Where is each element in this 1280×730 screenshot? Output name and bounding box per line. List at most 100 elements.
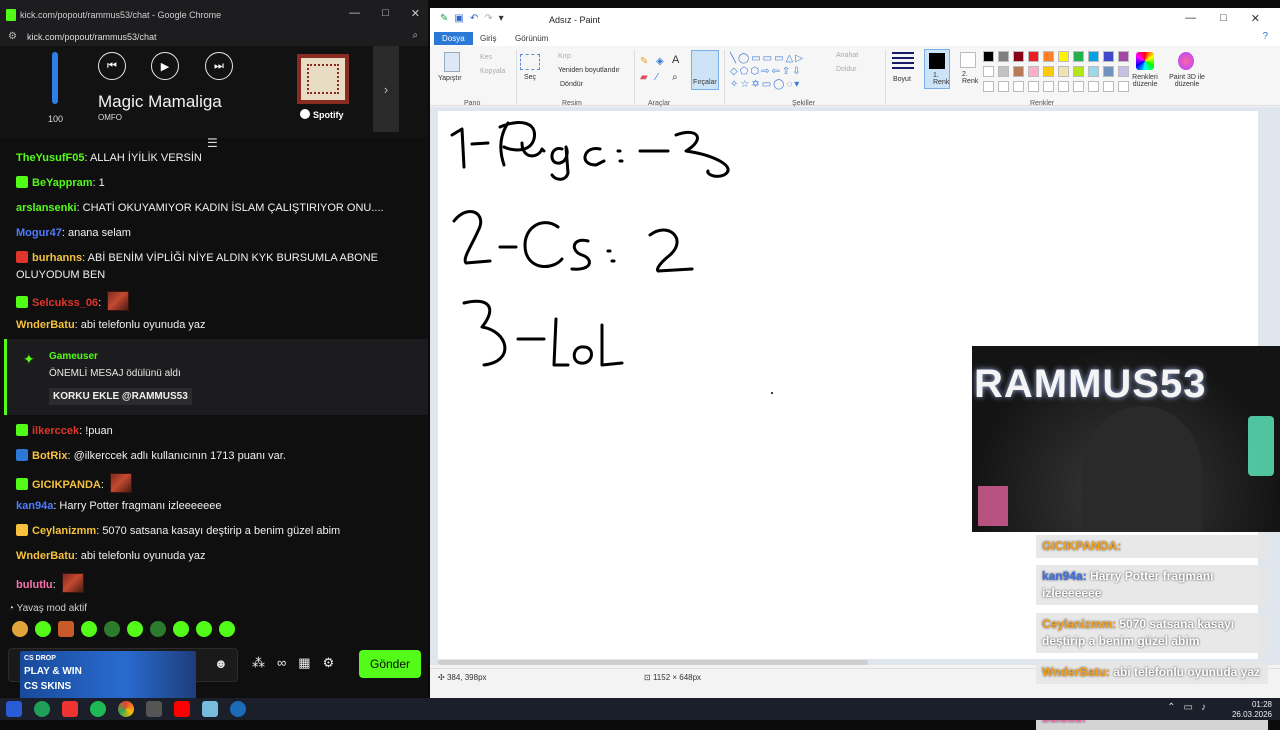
color-swatch[interactable] [1043, 81, 1054, 92]
size-icon[interactable] [892, 52, 914, 72]
chevron-up-icon[interactable]: ⌃ [1167, 702, 1175, 713]
select-icon[interactable] [520, 54, 540, 70]
fill-bucket-icon[interactable]: ◈ [656, 56, 664, 67]
tab-home[interactable]: Giriş [472, 32, 504, 45]
users-icon[interactable]: ⁂ [252, 655, 265, 671]
send-button[interactable]: Gönder [359, 650, 421, 678]
store-icon[interactable]: ▦ [298, 655, 310, 671]
paint3d-button[interactable]: Paint 3D ile düzenle [1165, 74, 1209, 88]
undo-icon[interactable]: ↶ [470, 13, 478, 24]
emote-button[interactable] [127, 621, 143, 637]
emote-button[interactable] [104, 621, 120, 637]
cut-button[interactable]: Kes [480, 54, 492, 61]
text-icon[interactable]: A [672, 54, 679, 66]
start-icon[interactable] [6, 701, 22, 717]
emote-button[interactable] [81, 621, 97, 637]
color1-button[interactable]: 1. Renk [924, 49, 950, 89]
color-swatch[interactable] [1058, 51, 1069, 62]
color-swatch[interactable] [1103, 66, 1114, 77]
taskbar-app-icon[interactable] [34, 701, 50, 717]
customize-icon[interactable]: ▾ [499, 13, 504, 24]
chat-username[interactable]: bulutlu [16, 579, 53, 591]
chat-username[interactable]: WnderBatu [16, 550, 75, 562]
color-swatch[interactable] [1118, 51, 1129, 62]
cs-drop-ad[interactable]: CS DROP PLAY & WIN CS SKINS [20, 651, 196, 701]
color-swatch[interactable] [1088, 81, 1099, 92]
previous-button[interactable]: ⏮ [98, 52, 126, 80]
color-picker-icon[interactable]: ⁄ [656, 72, 658, 83]
collapse-icon[interactable]: ☰ [207, 136, 218, 150]
color-swatch[interactable] [1073, 66, 1084, 77]
size-button[interactable]: Boyut [893, 76, 911, 83]
shapes-gallery[interactable]: ╲◯▭▭▭△▷ ◇⬠⬡⇨⇦⇧⇩ ✧☆✡▭◯◌▾ [730, 52, 828, 92]
paste-button[interactable]: Yapıştır [438, 75, 462, 82]
crop-button[interactable]: Kırp [558, 53, 571, 60]
color-swatch[interactable] [998, 66, 1009, 77]
taskbar-app-icon[interactable] [146, 701, 162, 717]
color-swatch[interactable] [1088, 51, 1099, 62]
color-swatch[interactable] [1013, 81, 1024, 92]
address-bar[interactable]: ⚙ kick.com/popout/rammus53/chat ⌕ [0, 30, 428, 46]
copy-button[interactable]: Kopyala [480, 68, 505, 75]
color-swatch[interactable] [1103, 81, 1114, 92]
emote-button[interactable] [35, 621, 51, 637]
maximize-button[interactable]: □ [382, 7, 389, 20]
volume-icon[interactable]: ♪ [1201, 702, 1206, 713]
emote-button[interactable] [196, 621, 212, 637]
chat-username[interactable]: Mogur47 [16, 227, 62, 239]
url-text[interactable]: kick.com/popout/rammus53/chat [27, 32, 157, 42]
emote-button[interactable] [12, 621, 28, 637]
paste-icon[interactable] [444, 52, 460, 72]
taskbar-app-icon[interactable] [62, 701, 78, 717]
tab-file[interactable]: Dosya [434, 32, 473, 45]
youtube-icon[interactable] [174, 701, 190, 717]
color2-button[interactable]: 2. Renk [956, 49, 980, 89]
pencil-icon[interactable]: ✎ [640, 56, 648, 67]
color-swatch[interactable] [1088, 66, 1099, 77]
help-icon[interactable]: ? [1262, 31, 1268, 42]
color-swatch[interactable] [1043, 51, 1054, 62]
spotify-icon[interactable] [90, 701, 106, 717]
paint-icon[interactable] [202, 701, 218, 717]
chrome-icon[interactable] [118, 701, 134, 717]
color-swatch[interactable] [1103, 51, 1114, 62]
emote-button[interactable] [58, 621, 74, 637]
minimize-button[interactable]: — [1185, 12, 1196, 25]
paint3d-icon[interactable] [1178, 52, 1194, 70]
color-swatch[interactable] [1028, 66, 1039, 77]
emote-button[interactable] [150, 621, 166, 637]
chat-username[interactable]: arslansenki [16, 202, 77, 214]
chat-username[interactable]: ilkerccek [32, 425, 79, 437]
chevron-right-icon[interactable]: › [373, 46, 399, 132]
eraser-icon[interactable]: ▰ [640, 72, 648, 83]
emoji-icon[interactable]: ☻ [214, 656, 228, 671]
emote-button[interactable] [219, 621, 235, 637]
infinity-icon[interactable]: ∞ [277, 655, 286, 671]
chat-username[interactable]: BotRix [32, 450, 67, 462]
chat-username[interactable]: TheYusufF05 [16, 152, 84, 164]
close-button[interactable]: ✕ [411, 7, 420, 20]
color-swatch[interactable] [998, 51, 1009, 62]
resize-button[interactable]: Yeniden boyutlandır [558, 67, 620, 74]
color-swatch[interactable] [998, 81, 1009, 92]
network-icon[interactable]: ▭ [1184, 702, 1193, 713]
chat-username[interactable]: Ceylanizmm [32, 525, 96, 537]
minimize-button[interactable]: — [349, 7, 360, 20]
chat-username[interactable]: BeYappram [32, 177, 93, 189]
color-swatch[interactable] [1028, 81, 1039, 92]
edit-colors-button[interactable]: Renkleri düzenle [1128, 74, 1162, 88]
color-swatch[interactable] [1058, 81, 1069, 92]
horizontal-scrollbar[interactable] [438, 660, 868, 665]
chat-username[interactable]: kan94a [16, 500, 53, 512]
zoom-icon[interactable]: ⌕ [412, 30, 418, 41]
color-swatch[interactable] [1073, 51, 1084, 62]
gear-icon[interactable]: ⚙ [323, 655, 335, 671]
color-swatch[interactable] [983, 51, 994, 62]
maximize-button[interactable]: □ [1220, 12, 1227, 25]
fill-button[interactable]: Doldur [836, 66, 857, 73]
outline-button[interactable]: Anahat [836, 52, 858, 59]
chat-username[interactable]: WnderBatu [16, 319, 75, 331]
volume-bar[interactable] [52, 52, 58, 104]
select-button[interactable]: Seç [524, 74, 536, 81]
color-swatch[interactable] [1013, 51, 1024, 62]
